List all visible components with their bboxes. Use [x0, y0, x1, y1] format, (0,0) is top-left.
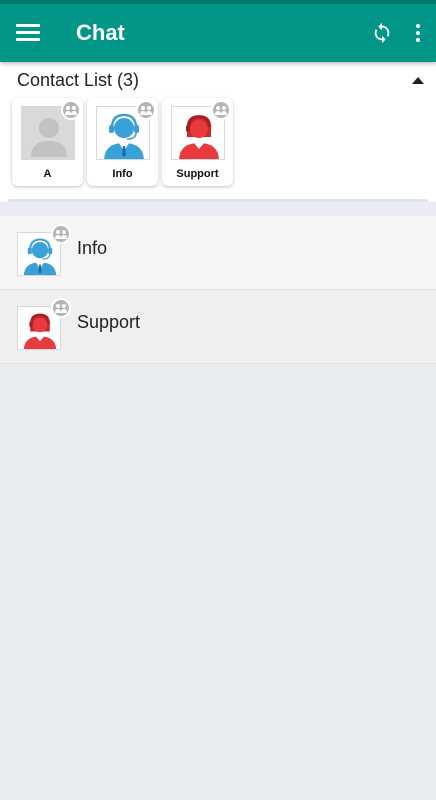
menu-button[interactable]	[0, 4, 56, 62]
group-icon	[211, 100, 231, 120]
contact-card-support[interactable]: Support	[162, 98, 233, 186]
contact-cards: A Info Support	[0, 98, 436, 186]
contact-card-info[interactable]: Info	[87, 98, 158, 186]
sync-icon	[374, 22, 390, 44]
contact-list-title: Contact List (3)	[17, 69, 140, 90]
chat-list: Info Support	[0, 216, 436, 364]
chat-row-support[interactable]: Support	[0, 290, 436, 364]
chat-row-info[interactable]: Info	[0, 216, 436, 290]
group-icon	[61, 100, 81, 120]
group-icon	[51, 298, 71, 318]
contact-card-a[interactable]: A	[12, 98, 83, 186]
chat-row-name: Info	[77, 238, 108, 258]
page-title: Chat	[76, 20, 125, 45]
more-options-button[interactable]	[404, 4, 432, 62]
app-bar: Chat	[0, 4, 436, 62]
collapse-button[interactable]	[400, 62, 436, 98]
group-icon	[136, 100, 156, 120]
hamburger-icon	[16, 24, 40, 42]
group-icon	[51, 224, 71, 244]
contact-card-label: Support	[176, 168, 219, 180]
section-divider	[8, 199, 428, 202]
contact-card-label: Info	[112, 168, 133, 180]
contact-list-header[interactable]: Contact List (3)	[0, 62, 436, 98]
triangle-up-icon	[412, 76, 424, 84]
contact-card-label: A	[43, 168, 52, 180]
more-vert-icon	[416, 24, 420, 42]
chat-row-name: Support	[77, 312, 141, 332]
contact-list-section: Contact List (3) A Info Support	[0, 62, 436, 202]
sync-button[interactable]	[362, 4, 402, 62]
